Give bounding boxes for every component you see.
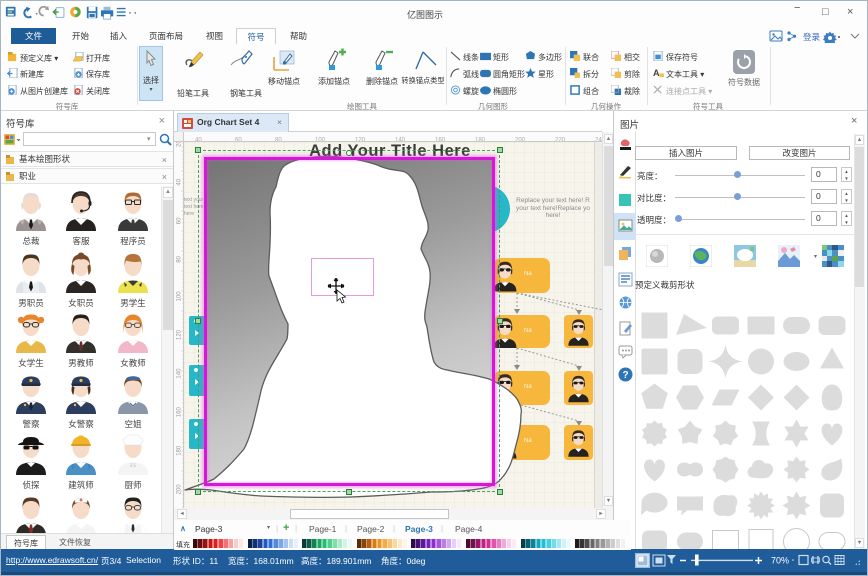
svg-text:180: 180 bbox=[177, 445, 183, 456]
svg-text:80: 80 bbox=[177, 255, 183, 262]
svg-text:登录: 登录 bbox=[803, 32, 821, 42]
svg-text:60: 60 bbox=[177, 217, 183, 224]
svg-text:120: 120 bbox=[177, 329, 183, 340]
svg-text:160: 160 bbox=[177, 407, 183, 418]
svg-text:20: 20 bbox=[177, 142, 183, 147]
svg-text:A: A bbox=[653, 68, 660, 78]
svg-text:140: 140 bbox=[177, 368, 183, 379]
svg-text:40: 40 bbox=[177, 178, 183, 185]
svg-text:100: 100 bbox=[177, 291, 183, 302]
svg-text:?: ? bbox=[623, 370, 629, 381]
svg-text:200: 200 bbox=[177, 484, 183, 495]
svg-text:70%: 70% bbox=[771, 556, 789, 566]
